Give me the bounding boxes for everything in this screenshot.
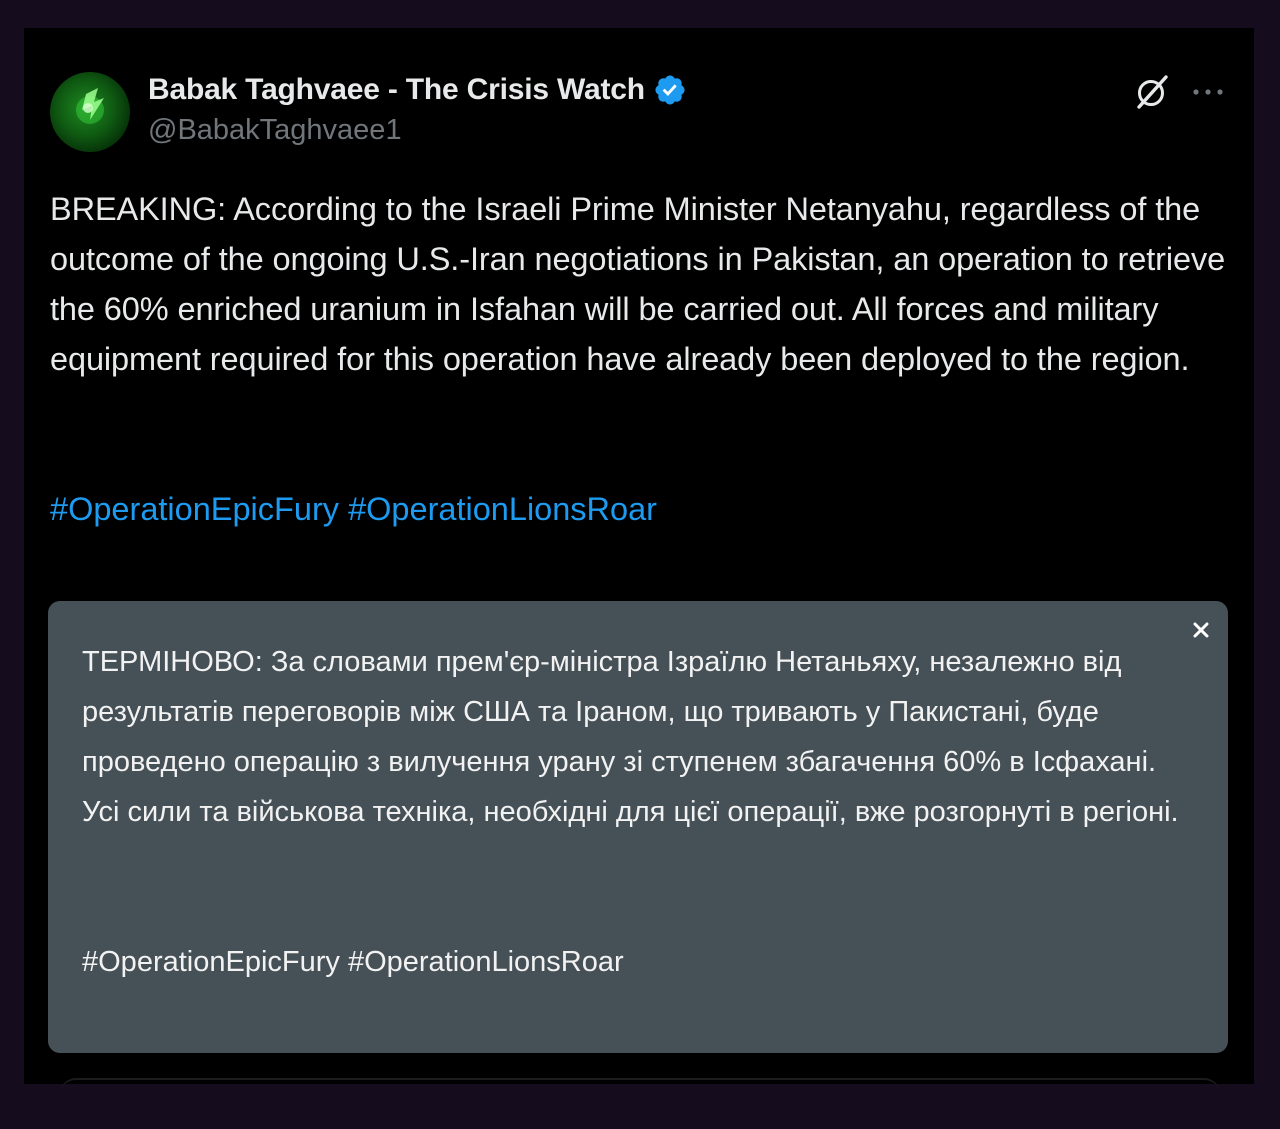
author-handle[interactable]: @BabakTaghvaee1 [148,114,402,147]
translation-text: ТЕРМІНОВО: За словами прем'єр-міністра І… [82,646,1179,828]
translation-hashtags: #OperationEpicFury #OperationLionsRoar [82,946,624,978]
hashtag-operation-lions-roar[interactable]: #OperationLionsRoar [348,491,657,527]
tweet-text: BREAKING: According to the Israeli Prime… [50,191,1226,377]
hashtag-operation-epic-fury[interactable]: #OperationEpicFury [50,491,339,527]
tweet-hashtags: #OperationEpicFury #OperationLionsRoar [50,484,657,534]
author-name-row: Babak Taghvaee - The Crisis Watch [148,72,687,108]
verified-badge-icon [655,75,685,105]
next-card-edge [60,1078,1220,1100]
avatar-glow-icon [76,88,104,124]
tweet-card: Babak Taghvaee - The Crisis Watch @Babak… [24,28,1254,1084]
grok-icon[interactable] [1132,72,1172,112]
avatar[interactable] [50,72,130,152]
more-options-icon[interactable] [1188,74,1228,110]
author-display-name[interactable]: Babak Taghvaee - The Crisis Watch [148,73,645,107]
translation-box: ТЕРМІНОВО: За словами прем'єр-міністра І… [48,601,1228,1053]
